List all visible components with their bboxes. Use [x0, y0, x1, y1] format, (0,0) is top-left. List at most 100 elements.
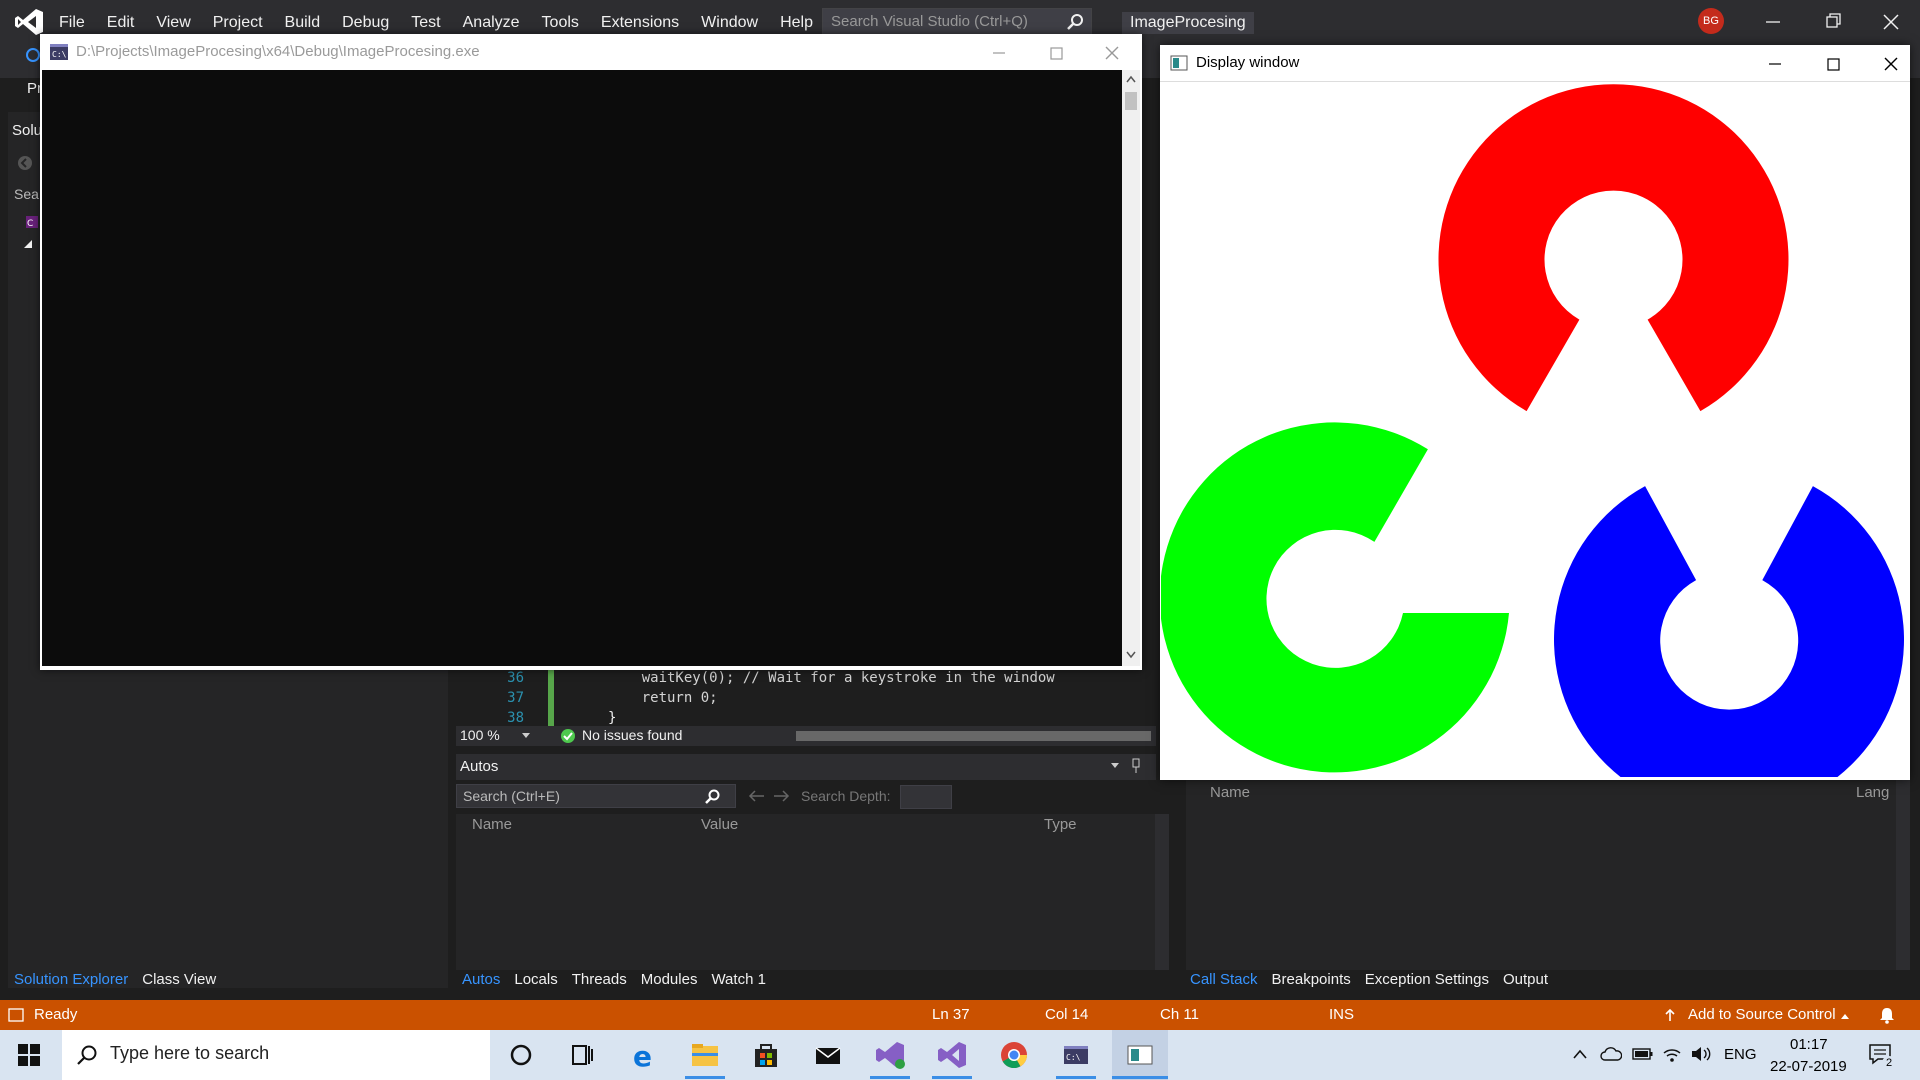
pin-icon[interactable] — [1130, 758, 1142, 774]
code-line: return 0; — [608, 690, 718, 706]
scroll-thumb[interactable] — [1125, 92, 1137, 110]
menu-help[interactable]: Help — [769, 14, 824, 32]
windows-start-icon[interactable] — [18, 1044, 40, 1066]
scroll-down-icon[interactable] — [1125, 650, 1137, 660]
zoom-level[interactable]: 100 % — [460, 727, 500, 743]
tab-output[interactable]: Output — [1503, 971, 1548, 988]
status-character: Ch 11 — [1160, 1006, 1199, 1023]
console-title-bar[interactable]: C:\ D:\Projects\ImageProcesing\x64\Debug… — [40, 34, 1142, 70]
menu-window[interactable]: Window — [690, 14, 769, 32]
notification-bell-icon[interactable] — [1878, 1006, 1896, 1024]
arrow-left-icon[interactable] — [748, 788, 766, 804]
menu-debug[interactable]: Debug — [331, 14, 400, 32]
minimize-icon[interactable] — [1758, 8, 1788, 36]
console-scrollbar[interactable] — [1122, 70, 1140, 666]
clock-time[interactable]: 01:17 — [1790, 1036, 1828, 1053]
column-header-name[interactable]: Name — [472, 816, 512, 833]
display-window[interactable]: Display window — [1160, 45, 1910, 780]
expand-arrow-icon[interactable] — [22, 238, 34, 250]
tab-class-view[interactable]: Class View — [142, 971, 216, 988]
onedrive-icon[interactable] — [1600, 1046, 1622, 1062]
input-language[interactable]: ENG — [1724, 1046, 1757, 1063]
autos-search-input[interactable]: Search (Ctrl+E) — [456, 784, 736, 808]
menu-extensions[interactable]: Extensions — [590, 14, 690, 32]
add-to-source-control-button[interactable]: Add to Source Control — [1688, 1006, 1836, 1023]
vs-search-input[interactable]: Search Visual Studio (Ctrl+Q) — [822, 8, 1092, 36]
wifi-icon[interactable] — [1662, 1045, 1682, 1063]
edge-icon[interactable]: e — [624, 1036, 664, 1074]
battery-icon[interactable] — [1632, 1047, 1654, 1061]
maximize-icon[interactable] — [1041, 40, 1071, 66]
minimize-icon[interactable] — [984, 40, 1014, 66]
tab-locals[interactable]: Locals — [514, 971, 557, 988]
chrome-icon[interactable] — [994, 1036, 1034, 1074]
volume-icon[interactable] — [1690, 1045, 1712, 1063]
console-app-icon[interactable]: C:\ — [1056, 1036, 1096, 1074]
back-navigation-icon[interactable] — [26, 48, 40, 62]
taskbar-search-input[interactable]: Type here to search — [62, 1030, 490, 1080]
visual-studio-logo-icon[interactable] — [14, 8, 44, 36]
column-header-name[interactable]: Name — [1210, 784, 1250, 801]
arrow-right-icon[interactable] — [772, 788, 790, 804]
tab-breakpoints[interactable]: Breakpoints — [1272, 971, 1351, 988]
close-icon[interactable] — [1876, 8, 1906, 36]
solution-file-icon[interactable]: C — [24, 214, 40, 230]
call-stack-scrollbar[interactable] — [1896, 780, 1910, 970]
menu-test[interactable]: Test — [400, 14, 451, 32]
search-depth-select[interactable] — [900, 785, 952, 809]
chevron-down-icon[interactable] — [521, 732, 531, 740]
running-indicator — [932, 1076, 972, 1079]
tab-threads[interactable]: Threads — [572, 971, 627, 988]
column-header-value[interactable]: Value — [701, 816, 738, 833]
tab-call-stack[interactable]: Call Stack — [1190, 971, 1258, 988]
tab-exception-settings[interactable]: Exception Settings — [1365, 971, 1489, 988]
close-icon[interactable] — [1097, 40, 1127, 66]
output-window-icon[interactable] — [8, 1008, 24, 1022]
menu-edit[interactable]: Edit — [96, 14, 146, 32]
search-icon[interactable] — [703, 788, 721, 806]
code-editor[interactable]: 36 waitKey(0); // Wait for a keystroke i… — [456, 670, 1156, 726]
scroll-up-icon[interactable] — [1125, 74, 1137, 84]
tab-watch-1[interactable]: Watch 1 — [711, 971, 765, 988]
arrow-up-icon[interactable] — [1664, 1008, 1676, 1022]
autos-search-placeholder: Search (Ctrl+E) — [463, 788, 560, 804]
cortana-icon[interactable] — [501, 1036, 541, 1074]
maximize-icon[interactable] — [1818, 51, 1848, 77]
restore-icon[interactable] — [1818, 8, 1848, 36]
autos-scrollbar[interactable] — [1155, 814, 1169, 970]
display-window-app-icon[interactable] — [1120, 1036, 1160, 1074]
issues-status[interactable]: No issues found — [582, 727, 682, 743]
tab-autos[interactable]: Autos — [462, 971, 500, 988]
avatar[interactable]: BG — [1698, 8, 1724, 34]
solution-search-input[interactable]: Sea — [14, 186, 39, 202]
tab-modules[interactable]: Modules — [641, 971, 698, 988]
close-icon[interactable] — [1876, 51, 1906, 77]
horizontal-scrollbar[interactable] — [796, 731, 1151, 741]
column-header-language[interactable]: Lang — [1856, 784, 1889, 801]
menu-project[interactable]: Project — [202, 14, 274, 32]
store-icon[interactable] — [746, 1036, 786, 1074]
mail-icon[interactable] — [808, 1036, 848, 1074]
display-title-bar[interactable]: Display window — [1160, 45, 1910, 82]
file-explorer-icon[interactable] — [685, 1036, 725, 1074]
menu-tools[interactable]: Tools — [531, 14, 590, 32]
visual-studio-icon[interactable] — [932, 1036, 972, 1074]
chevron-up-icon[interactable] — [1572, 1048, 1588, 1060]
chevron-down-icon[interactable] — [1110, 762, 1120, 770]
menu-file[interactable]: File — [48, 14, 96, 32]
menu-build[interactable]: Build — [274, 14, 332, 32]
back-icon[interactable] — [16, 154, 34, 172]
chevron-up-icon[interactable] — [1840, 1012, 1850, 1020]
menu-analyze[interactable]: Analyze — [452, 14, 531, 32]
line-number: 36 — [507, 670, 524, 686]
visual-studio-installer-icon[interactable] — [870, 1036, 910, 1074]
console-window[interactable]: C:\ D:\Projects\ImageProcesing\x64\Debug… — [40, 34, 1142, 670]
menu-view[interactable]: View — [145, 14, 201, 32]
minimize-icon[interactable] — [1760, 51, 1790, 77]
column-header-type[interactable]: Type — [1044, 816, 1077, 833]
task-view-icon[interactable] — [562, 1036, 602, 1074]
console-output[interactable] — [42, 70, 1122, 666]
clock-date[interactable]: 22-07-2019 — [1770, 1058, 1847, 1075]
call-stack-panel: Name Lang — [1186, 760, 1896, 970]
tab-solution-explorer[interactable]: Solution Explorer — [14, 971, 128, 988]
